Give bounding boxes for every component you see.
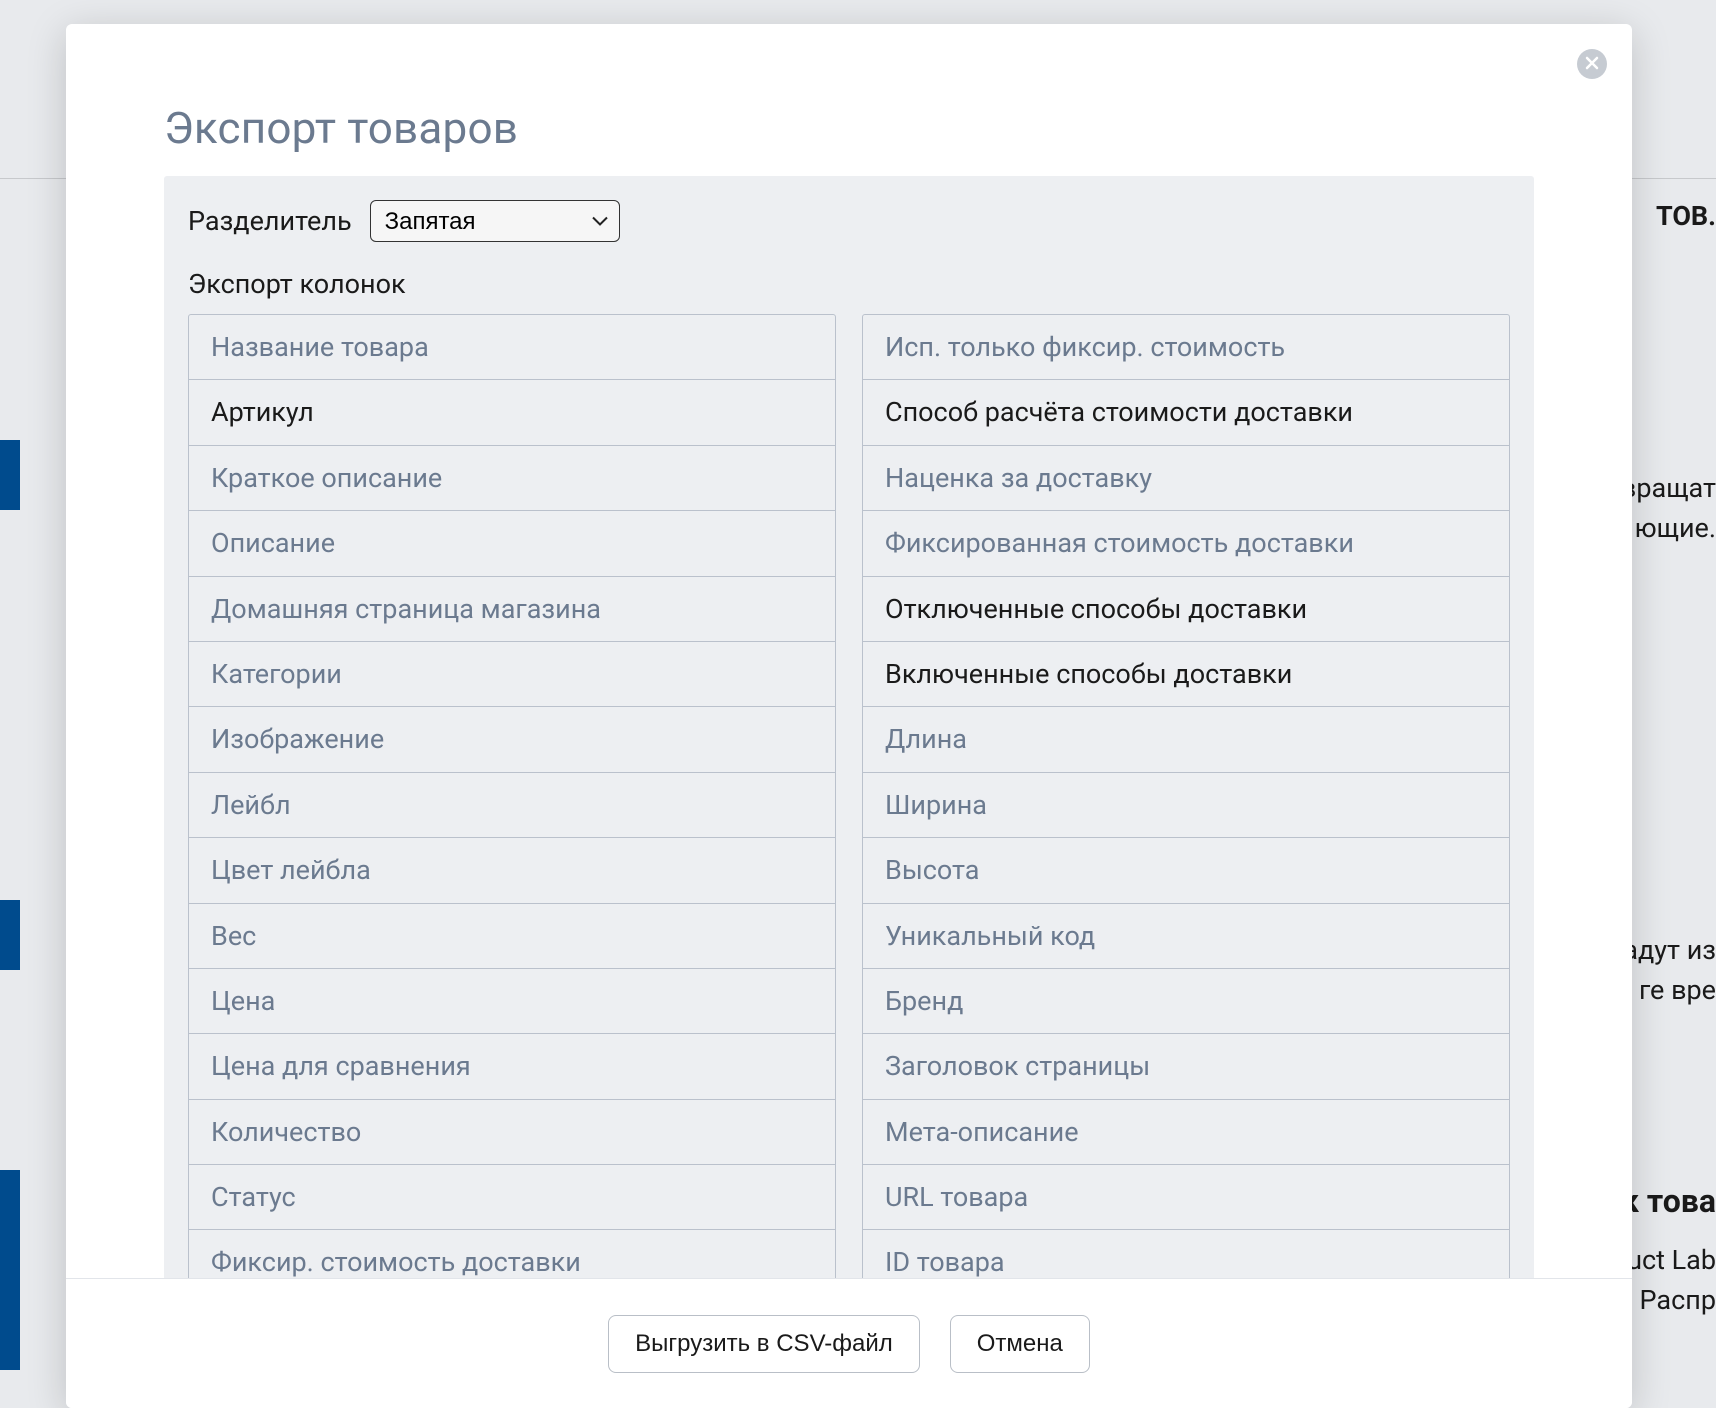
delimiter-select[interactable]: Запятая <box>370 200 620 242</box>
delimiter-select-wrap: Запятая <box>370 200 620 242</box>
column-item-right-6[interactable]: Длина <box>863 707 1509 772</box>
bg-paragraph-3b: Распр <box>1640 1280 1716 1321</box>
column-item-left-9[interactable]: Вес <box>189 904 835 969</box>
column-item-right-12[interactable]: Мета-описание <box>863 1100 1509 1165</box>
export-csv-button[interactable]: Выгрузить в CSV-файл <box>608 1315 920 1373</box>
columns-left: Название товараАртикулКраткое описаниеОп… <box>188 314 836 1296</box>
column-item-right-3[interactable]: Фиксированная стоимость доставки <box>863 511 1509 576</box>
bg-sidebar-highlight <box>0 440 20 510</box>
column-item-right-8[interactable]: Высота <box>863 838 1509 903</box>
column-item-left-2[interactable]: Краткое описание <box>189 446 835 511</box>
bg-sidebar-highlight-2 <box>0 900 20 970</box>
modal-title: Экспорт товаров <box>164 102 518 154</box>
column-item-left-7[interactable]: Лейбл <box>189 773 835 838</box>
column-item-right-13[interactable]: URL товара <box>863 1165 1509 1230</box>
bg-paragraph-2a: адут из <box>1623 930 1716 971</box>
close-button[interactable] <box>1577 49 1607 79</box>
column-item-left-0[interactable]: Название товара <box>189 315 835 380</box>
column-item-left-4[interactable]: Домашняя страница магазина <box>189 577 835 642</box>
bg-paragraph-2b: ге вре <box>1639 970 1716 1011</box>
column-item-left-12[interactable]: Количество <box>189 1100 835 1165</box>
column-item-right-0[interactable]: Исп. только фиксир. стоимость <box>863 315 1509 380</box>
column-item-right-9[interactable]: Уникальный код <box>863 904 1509 969</box>
column-item-right-4[interactable]: Отключенные способы доставки <box>863 577 1509 642</box>
column-item-left-1[interactable]: Артикул <box>189 380 835 445</box>
column-item-right-1[interactable]: Способ расчёта стоимости доставки <box>863 380 1509 445</box>
columns-container: Название товараАртикулКраткое описаниеОп… <box>188 314 1510 1296</box>
bg-sidebar-highlight-3 <box>0 1170 20 1370</box>
bg-heading-2: к това <box>1621 1182 1716 1220</box>
column-item-left-13[interactable]: Статус <box>189 1165 835 1230</box>
delimiter-label: Разделитель <box>188 205 352 237</box>
export-panel: Разделитель Запятая Экспорт колонок Назв… <box>164 176 1534 1324</box>
column-item-left-11[interactable]: Цена для сравнения <box>189 1034 835 1099</box>
columns-right: Исп. только фиксир. стоимостьСпособ расч… <box>862 314 1510 1296</box>
column-item-left-8[interactable]: Цвет лейбла <box>189 838 835 903</box>
column-item-right-10[interactable]: Бренд <box>863 969 1509 1034</box>
export-products-modal: Экспорт товаров Разделитель Запятая Эксп… <box>66 24 1632 1408</box>
column-item-right-5[interactable]: Включенные способы доставки <box>863 642 1509 707</box>
delimiter-row: Разделитель Запятая <box>188 200 1510 242</box>
column-item-right-7[interactable]: Ширина <box>863 773 1509 838</box>
bg-paragraph-1a: вращат <box>1621 468 1716 509</box>
modal-footer: Выгрузить в CSV-файл Отмена <box>66 1278 1632 1408</box>
column-item-left-3[interactable]: Описание <box>189 511 835 576</box>
close-icon <box>1585 55 1599 74</box>
bg-top-bar-text: ТОВ. <box>1656 200 1716 232</box>
column-item-right-11[interactable]: Заголовок страницы <box>863 1034 1509 1099</box>
export-columns-label: Экспорт колонок <box>188 268 1510 300</box>
bg-paragraph-3a: uct Lab <box>1627 1240 1716 1281</box>
column-item-left-6[interactable]: Изображение <box>189 707 835 772</box>
cancel-button[interactable]: Отмена <box>950 1315 1090 1373</box>
column-item-left-10[interactable]: Цена <box>189 969 835 1034</box>
bg-paragraph-1b: ющие. <box>1635 508 1716 549</box>
column-item-right-2[interactable]: Наценка за доставку <box>863 446 1509 511</box>
column-item-left-5[interactable]: Категории <box>189 642 835 707</box>
